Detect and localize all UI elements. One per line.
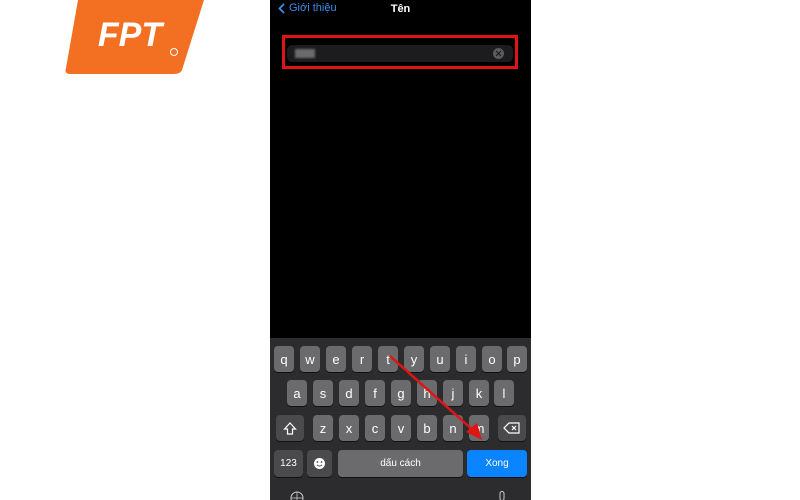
key-i[interactable]: i bbox=[456, 346, 476, 372]
key-y[interactable]: y bbox=[404, 346, 424, 372]
key-h[interactable]: h bbox=[417, 380, 437, 406]
key-f[interactable]: f bbox=[365, 380, 385, 406]
key-z[interactable]: z bbox=[313, 415, 333, 441]
emoji-key[interactable] bbox=[307, 450, 332, 477]
nav-bar: Giới thiệu Tên bbox=[270, 0, 531, 22]
phone-screen: Giới thiệu Tên q w e r t y u i o p a s d… bbox=[270, 0, 531, 500]
key-v[interactable]: v bbox=[391, 415, 411, 441]
key-r[interactable]: r bbox=[352, 346, 372, 372]
logo-text: FPT bbox=[98, 16, 165, 54]
page-title: Tên bbox=[390, 3, 411, 15]
key-k[interactable]: k bbox=[469, 380, 489, 406]
emoji-icon bbox=[314, 458, 325, 469]
delete-icon bbox=[503, 422, 520, 434]
key-b[interactable]: b bbox=[417, 415, 437, 441]
key-g[interactable]: g bbox=[391, 380, 411, 406]
name-field[interactable] bbox=[287, 45, 513, 62]
key-n[interactable]: n bbox=[443, 415, 463, 441]
done-button[interactable]: Xong bbox=[467, 450, 527, 477]
key-l[interactable]: l bbox=[494, 380, 514, 406]
key-a[interactable]: a bbox=[287, 380, 307, 406]
delete-key[interactable] bbox=[498, 415, 526, 441]
numbers-key[interactable]: 123 bbox=[274, 450, 303, 477]
key-q[interactable]: q bbox=[274, 346, 294, 372]
key-m[interactable]: m bbox=[469, 415, 489, 441]
key-c[interactable]: c bbox=[365, 415, 385, 441]
clear-icon[interactable] bbox=[493, 48, 504, 59]
name-field-value bbox=[295, 49, 315, 58]
key-j[interactable]: j bbox=[443, 380, 463, 406]
key-o[interactable]: o bbox=[482, 346, 502, 372]
key-w[interactable]: w bbox=[300, 346, 320, 372]
key-x[interactable]: x bbox=[339, 415, 359, 441]
key-s[interactable]: s bbox=[313, 380, 333, 406]
globe-icon[interactable] bbox=[290, 491, 304, 500]
fpt-logo: FPT bbox=[65, 0, 204, 74]
highlight-box bbox=[282, 35, 518, 69]
key-u[interactable]: u bbox=[430, 346, 450, 372]
key-d[interactable]: d bbox=[339, 380, 359, 406]
key-p[interactable]: p bbox=[507, 346, 527, 372]
key-e[interactable]: e bbox=[326, 346, 346, 372]
key-t[interactable]: t bbox=[378, 346, 398, 372]
keyboard: q w e r t y u i o p a s d f g h j k l z … bbox=[270, 338, 531, 500]
microphone-icon[interactable] bbox=[498, 491, 506, 500]
space-key[interactable]: dấu cách bbox=[338, 450, 463, 477]
shift-key[interactable] bbox=[276, 415, 304, 441]
shift-icon bbox=[283, 421, 297, 435]
